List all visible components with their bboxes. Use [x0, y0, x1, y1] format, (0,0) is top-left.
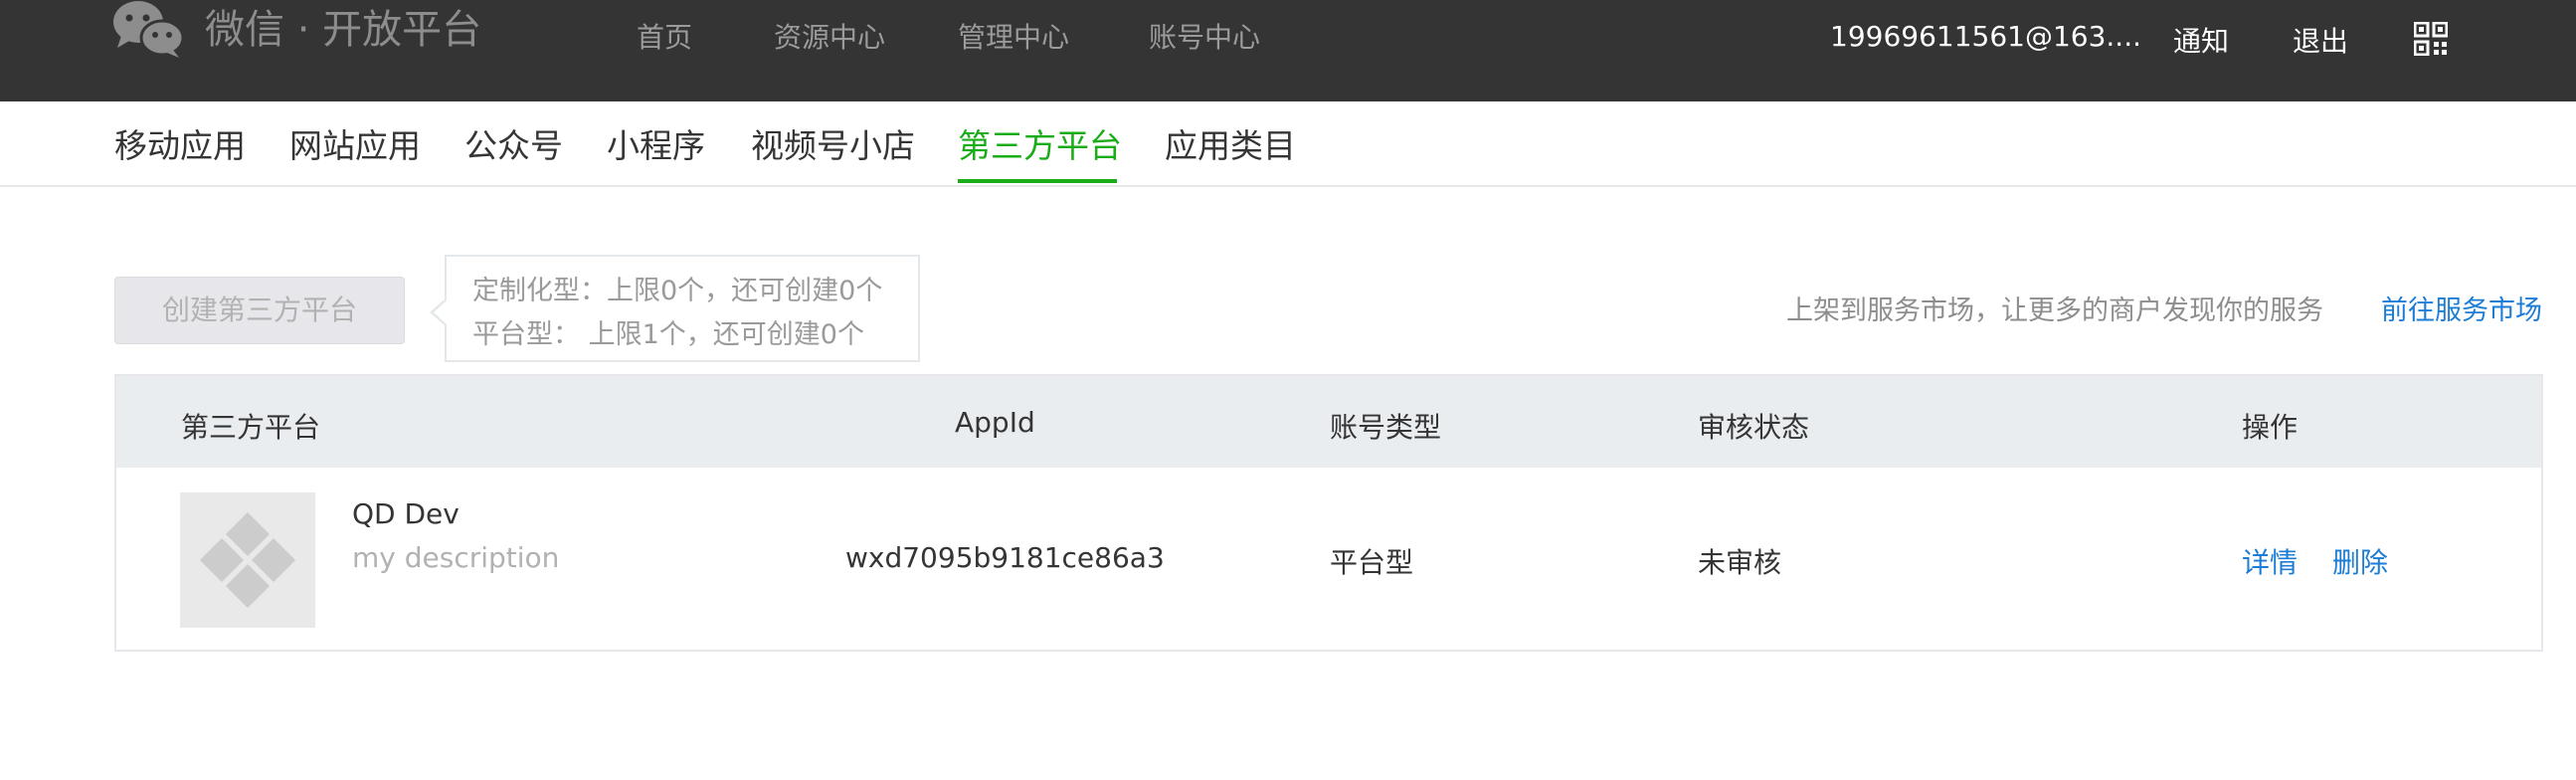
platform-name: QD Dev [352, 497, 460, 530]
quota-platform: 平台型： 上限1个，还可创建0个 [472, 319, 864, 350]
header-review-status: 审核状态 [1698, 411, 1810, 444]
tab-mini-programs[interactable]: 小程序 [607, 119, 705, 167]
market-promo-text: 上架到服务市场，让更多的商户发现你的服务 [1786, 295, 2323, 326]
tab-third-party-platform[interactable]: 第三方平台 [958, 119, 1122, 167]
detail-link[interactable]: 详情 [2242, 541, 2298, 581]
header-actions: 操作 [2242, 411, 2299, 444]
create-third-party-button[interactable]: 创建第三方平台 [114, 277, 405, 344]
delete-link[interactable]: 删除 [2332, 541, 2388, 581]
header-account-type: 账号类型 [1330, 411, 1442, 444]
platform-review-status: 未审核 [1698, 546, 1782, 579]
header-appid: AppId [955, 406, 1035, 439]
header-platform: 第三方平台 [181, 411, 321, 444]
notify-link[interactable]: 通知 [2173, 20, 2229, 60]
tip-arrow-inner [434, 300, 447, 324]
logout-link[interactable]: 退出 [2293, 20, 2348, 60]
table-row: QD Dev my description wxd7095b9181ce86a3… [116, 468, 2541, 650]
qrcode-icon[interactable] [2413, 21, 2449, 57]
logo-text: 微信 · 开放平台 [205, 7, 482, 53]
platform-account-type: 平台型 [1330, 546, 1414, 579]
tab-website-apps[interactable]: 网站应用 [289, 119, 421, 167]
quota-tip: 定制化型：上限0个，还可创建0个 平台型： 上限1个，还可创建0个 [445, 255, 920, 362]
tab-channels-shop[interactable]: 视频号小店 [751, 119, 915, 167]
app-thumbnail-icon [180, 492, 315, 628]
platform-table: 第三方平台 AppId 账号类型 审核状态 操作 QD Dev my descr… [114, 374, 2543, 652]
top-bar: 微信 · 开放平台 首页 资源中心 管理中心 账号中心 19969611561@… [0, 0, 2576, 101]
quota-custom: 定制化型：上限0个，还可创建0个 [472, 276, 883, 306]
nav-account[interactable]: 账号中心 [1149, 16, 1260, 56]
category-tabs: 移动应用 网站应用 公众号 小程序 视频号小店 第三方平台 应用类目 [0, 101, 2576, 187]
logo[interactable]: 微信 · 开放平台 [111, 0, 481, 60]
nav-home[interactable]: 首页 [637, 16, 692, 56]
active-tab-indicator [958, 179, 1117, 183]
nav-management[interactable]: 管理中心 [958, 16, 1069, 56]
nav-resources[interactable]: 资源中心 [774, 16, 885, 56]
platform-description: my description [352, 541, 560, 574]
tab-mobile-apps[interactable]: 移动应用 [114, 119, 246, 167]
wechat-logo-icon [111, 0, 185, 60]
table-header: 第三方平台 AppId 账号类型 审核状态 操作 [116, 376, 2541, 468]
go-to-market-link[interactable]: 前往服务市场 [2381, 289, 2542, 327]
tab-official-accounts[interactable]: 公众号 [464, 119, 563, 167]
tab-app-categories[interactable]: 应用类目 [1165, 119, 1296, 167]
user-email[interactable]: 19969611561@163.... [1830, 20, 2141, 53]
platform-appid: wxd7095b9181ce86a3 [845, 541, 1165, 574]
